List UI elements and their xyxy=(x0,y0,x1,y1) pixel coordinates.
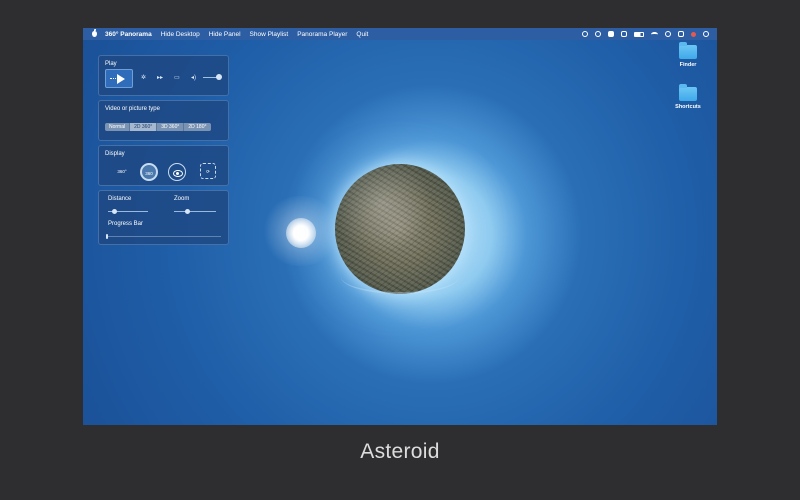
progress-bar-handle[interactable] xyxy=(106,234,108,239)
zoom-label: Zoom xyxy=(174,196,190,202)
zoom-slider-track[interactable] xyxy=(174,211,216,212)
display-panel-title: Display xyxy=(105,151,125,157)
type-option-3d-360[interactable]: 3D 360° xyxy=(157,123,185,131)
fullscreen-icon[interactable]: ⟳ xyxy=(200,163,216,179)
menu-quit[interactable]: Quit xyxy=(356,31,368,38)
bluetooth-icon[interactable] xyxy=(582,31,588,37)
control-center-icon[interactable] xyxy=(678,31,684,37)
type-option-2d-180[interactable]: 2D 180° xyxy=(184,123,211,131)
type-panel-title: Video or picture type xyxy=(105,106,160,112)
search-icon[interactable] xyxy=(665,31,671,37)
volume-icon[interactable]: ◂) xyxy=(191,75,196,81)
type-option-normal[interactable]: Normal xyxy=(105,123,131,131)
planet-rim xyxy=(341,260,459,294)
menu-bar: 360° Panorama Hide Desktop Hide Panel Sh… xyxy=(83,28,717,40)
record-icon[interactable] xyxy=(691,31,696,37)
progress-bar-label: Progress Bar xyxy=(108,221,144,227)
play-icon xyxy=(117,74,125,84)
menu-app-name[interactable]: 360° Panorama xyxy=(105,31,152,38)
wifi-icon[interactable] xyxy=(651,31,658,37)
type-option-2d-360[interactable]: 2D 360° xyxy=(130,123,158,131)
type-segmented-control: Normal 2D 360° 3D 360° 2D 180° xyxy=(105,123,211,131)
desktop-icon-finder[interactable]: Finder xyxy=(668,42,708,68)
user-icon[interactable] xyxy=(595,31,601,37)
folder-icon xyxy=(679,42,697,59)
distance-label: Distance xyxy=(108,196,132,202)
distance-slider-knob[interactable] xyxy=(112,209,117,214)
sun xyxy=(286,218,316,248)
desktop-icon-label: Finder xyxy=(679,62,697,68)
desktop-icon-label: Shortcuts xyxy=(675,104,701,110)
desktop-icon-shortcuts[interactable]: Shortcuts xyxy=(668,84,708,110)
play-dots-icon xyxy=(110,78,116,80)
play-panel: Play ✲ ▸▸ ▭ ◂) xyxy=(98,55,229,96)
gear-icon[interactable]: ✲ xyxy=(141,75,146,81)
caption-title: Asteroid xyxy=(360,440,440,463)
apple-icon[interactable] xyxy=(92,29,97,37)
fast-forward-icon[interactable]: ▸▸ xyxy=(157,75,163,81)
view-360-icon[interactable]: 360° xyxy=(113,163,131,181)
desktop-screen: 360° Panorama Hide Desktop Hide Panel Sh… xyxy=(83,28,717,425)
progress-bar-track[interactable] xyxy=(108,236,221,237)
menu-show-playlist[interactable]: Show Playlist xyxy=(250,31,289,38)
menu-hide-desktop[interactable]: Hide Desktop xyxy=(161,31,200,38)
zoom-slider-knob[interactable] xyxy=(184,209,190,214)
input-source-icon[interactable] xyxy=(608,31,614,37)
status-icons xyxy=(582,28,709,40)
asteroid-mode-icon[interactable]: 360 xyxy=(140,163,158,181)
menu-panorama-player[interactable]: Panorama Player xyxy=(297,31,347,38)
siri-icon[interactable] xyxy=(703,31,709,37)
folder-icon xyxy=(679,84,697,101)
volume-slider-knob[interactable] xyxy=(216,74,222,80)
menu-hide-panel[interactable]: Hide Panel xyxy=(209,31,241,38)
play-panel-title: Play xyxy=(105,61,117,67)
type-panel: Video or picture type Normal 2D 360° 3D … xyxy=(98,100,229,141)
sliders-panel: Distance Zoom Progress Bar xyxy=(98,190,229,245)
play-button[interactable] xyxy=(105,69,133,88)
folder-icon[interactable]: ▭ xyxy=(174,75,180,81)
eye-icon[interactable] xyxy=(168,163,186,181)
screen-mirroring-icon[interactable] xyxy=(621,31,627,37)
battery-icon[interactable] xyxy=(634,31,644,37)
display-panel: Display 360° 360 ⟳ xyxy=(98,145,229,186)
